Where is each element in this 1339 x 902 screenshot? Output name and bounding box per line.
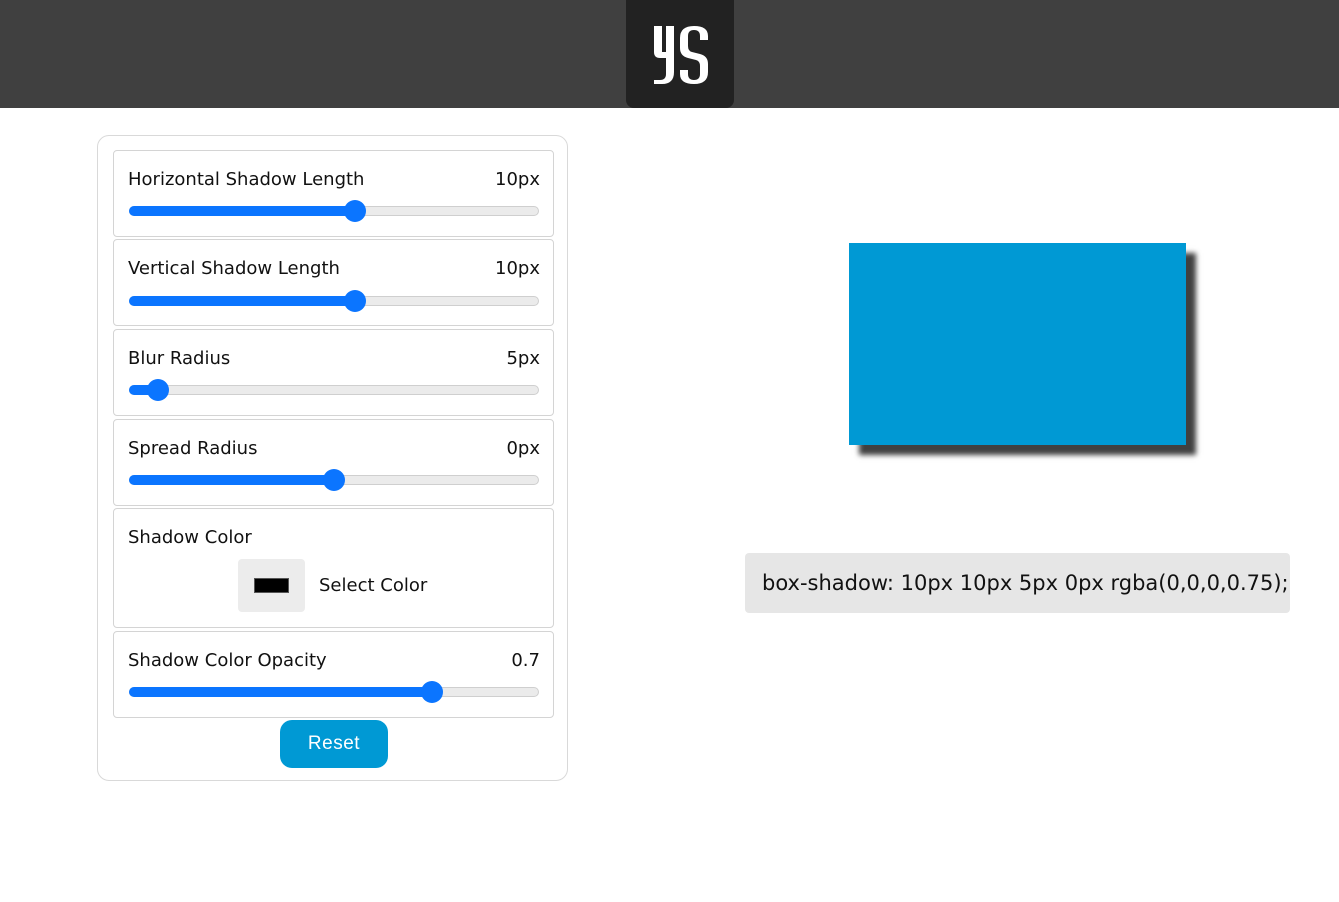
horizontal-length-control: Horizontal Shadow Length 10px: [113, 150, 554, 237]
select-color-label[interactable]: Select Color: [319, 575, 427, 596]
blur-radius-control: Blur Radius 5px: [113, 329, 554, 416]
vertical-length-control: Vertical Shadow Length 10px: [113, 239, 554, 326]
blur-radius-label: Blur Radius: [128, 348, 231, 369]
vertical-length-label: Vertical Shadow Length: [128, 258, 340, 279]
spread-radius-label: Spread Radius: [128, 438, 258, 459]
spread-radius-slider[interactable]: [129, 469, 539, 491]
ys-logo-icon: [654, 26, 708, 84]
slider-thumb[interactable]: [146, 379, 169, 401]
reset-button[interactable]: Reset: [280, 720, 388, 768]
slider-thumb[interactable]: [323, 469, 345, 491]
slider-fill: [129, 687, 433, 697]
opacity-label: Shadow Color Opacity: [128, 650, 327, 671]
blur-radius-value: 5px: [506, 348, 540, 369]
opacity-control: Shadow Color Opacity 0.7: [113, 631, 554, 718]
slider-thumb[interactable]: [343, 290, 366, 312]
slider-fill: [129, 206, 355, 216]
vertical-length-value: 10px: [495, 258, 540, 279]
horizontal-length-value: 10px: [495, 169, 540, 190]
shadow-color-control: Shadow Color Select Color: [113, 508, 554, 628]
spread-radius-value: 0px: [506, 438, 540, 459]
slider-thumb[interactable]: [343, 200, 366, 222]
site-logo[interactable]: [626, 0, 734, 108]
top-bar: [0, 0, 1339, 108]
vertical-length-slider[interactable]: [129, 290, 539, 312]
slider-thumb[interactable]: [421, 681, 444, 703]
opacity-slider[interactable]: [129, 681, 539, 703]
blur-radius-slider[interactable]: [129, 379, 539, 401]
slider-fill: [129, 475, 334, 485]
color-swatch: [254, 578, 289, 593]
shadow-color-label: Shadow Color: [128, 527, 252, 548]
horizontal-length-label: Horizontal Shadow Length: [128, 169, 365, 190]
color-picker-row: Select Color: [238, 559, 427, 612]
opacity-value: 0.7: [511, 650, 540, 671]
controls-panel: Horizontal Shadow Length 10px Vertical S…: [97, 135, 568, 781]
preview-box: [849, 243, 1186, 445]
color-picker-button[interactable]: [238, 559, 305, 612]
horizontal-length-slider[interactable]: [129, 200, 539, 222]
slider-track: [129, 385, 539, 395]
slider-fill: [129, 296, 355, 306]
css-output-code: box-shadow: 10px 10px 5px 0px rgba(0,0,0…: [745, 553, 1290, 613]
spread-radius-control: Spread Radius 0px: [113, 419, 554, 506]
